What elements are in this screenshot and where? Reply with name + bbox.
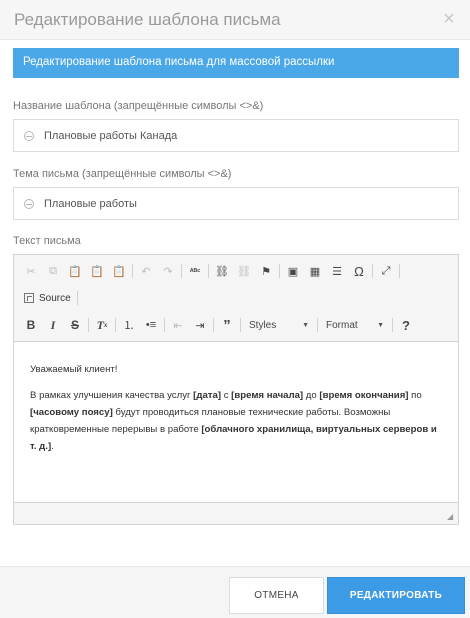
- placeholder-end-time: [время окончания]: [319, 390, 409, 401]
- unlink-icon[interactable]: ⛓: [233, 260, 255, 282]
- bold-icon[interactable]: B: [20, 314, 42, 336]
- toolbar-separator: [317, 318, 318, 332]
- format-dropdown[interactable]: Format ▼: [320, 315, 390, 335]
- editor-toolbar: ✂ ⧉ 📋 📋 📋 ↶ ↷ ᴬᴮᶜ ⛓ ⛓ ⚑ ▣ ▦ ☰ Ω ⤢ Source…: [14, 255, 458, 342]
- toolbar-separator: [132, 264, 133, 278]
- template-name-value: Плановые работы Канада: [44, 130, 178, 142]
- toolbar-separator: [213, 318, 214, 332]
- subject-input[interactable]: Плановые работы: [13, 187, 459, 220]
- toolbar-separator: [76, 291, 78, 305]
- styles-dropdown[interactable]: Styles ▼: [243, 315, 315, 335]
- toolbar-row-3: B I S Tx ⒈ •≡ ⇤ ⇥ ” Styles ▼ Format ▼ ?: [20, 314, 417, 336]
- source-label: Source: [39, 292, 71, 304]
- italic-icon[interactable]: I: [42, 314, 64, 336]
- horizontal-line-icon[interactable]: ☰: [326, 260, 348, 282]
- styles-label: Styles: [249, 319, 277, 331]
- toolbar-separator: [392, 318, 393, 332]
- anchor-flag-icon[interactable]: ⚑: [255, 260, 277, 282]
- indent-icon[interactable]: ⇥: [189, 314, 211, 336]
- paste-text-icon[interactable]: 📋: [86, 260, 108, 282]
- source-icon: [24, 293, 34, 303]
- copy-icon[interactable]: ⧉: [42, 260, 64, 282]
- image-icon[interactable]: ▣: [282, 260, 304, 282]
- editor-content[interactable]: Уважаемый клиент! В рамках улучшения кач…: [14, 343, 458, 503]
- toolbar-row-2: Source: [20, 287, 80, 309]
- chevron-down-icon: ▼: [377, 321, 384, 329]
- editor-status-bar: ◢: [14, 502, 458, 524]
- bulleted-list-icon[interactable]: •≡: [140, 314, 162, 336]
- template-name-label: Название шаблона (запрещённые символы <>…: [13, 100, 264, 112]
- toolbar-separator: [240, 318, 241, 332]
- body-text: с: [221, 390, 232, 401]
- body-label: Текст письма: [13, 235, 81, 247]
- placeholder-start-time: [время начала]: [231, 390, 304, 401]
- link-icon[interactable]: ⛓: [211, 260, 233, 282]
- toolbar-separator: [164, 318, 165, 332]
- subject-label: Тема письма (запрещённые символы <>&): [13, 168, 232, 180]
- blockquote-icon[interactable]: ”: [216, 314, 238, 336]
- placeholder-timezone: [часовому поясу]: [30, 407, 113, 418]
- subject-value: Плановые работы: [44, 198, 137, 210]
- table-icon[interactable]: ▦: [304, 260, 326, 282]
- minus-circle-icon: [24, 199, 34, 209]
- cancel-button[interactable]: ОТМЕНА: [229, 577, 324, 614]
- toolbar-separator: [279, 264, 280, 278]
- submit-button[interactable]: РЕДАКТИРОВАТЬ: [327, 577, 465, 614]
- redo-icon[interactable]: ↷: [157, 260, 179, 282]
- toolbar-separator: [115, 318, 116, 332]
- toolbar-separator: [88, 318, 89, 332]
- template-name-input[interactable]: Плановые работы Канада: [13, 119, 459, 152]
- minus-circle-icon: [24, 131, 34, 141]
- info-banner: Редактирование шаблона письма для массов…: [13, 48, 459, 78]
- rich-text-editor: ✂ ⧉ 📋 📋 📋 ↶ ↷ ᴬᴮᶜ ⛓ ⛓ ⚑ ▣ ▦ ☰ Ω ⤢ Source…: [13, 254, 459, 525]
- toolbar-separator: [208, 264, 209, 278]
- toolbar-separator: [399, 264, 400, 278]
- maximize-icon[interactable]: ⤢: [375, 260, 397, 282]
- format-label: Format: [326, 319, 358, 331]
- dialog-header: Редактирование шаблона письма ×: [0, 0, 470, 40]
- greeting-text: Уважаемый клиент!: [30, 364, 118, 375]
- paste-word-icon[interactable]: 📋: [108, 260, 130, 282]
- body-text: .: [51, 441, 54, 452]
- placeholder-date: [дата]: [193, 390, 222, 401]
- special-char-icon[interactable]: Ω: [348, 260, 370, 282]
- remove-format-icon[interactable]: Tx: [91, 314, 113, 336]
- dialog-footer: ОТМЕНА РЕДАКТИРОВАТЬ: [0, 566, 470, 618]
- outdent-icon[interactable]: ⇤: [167, 314, 189, 336]
- source-button[interactable]: Source: [20, 287, 75, 309]
- numbered-list-icon[interactable]: ⒈: [118, 314, 140, 336]
- body-text: по: [408, 390, 422, 401]
- toolbar-separator: [372, 264, 373, 278]
- help-icon[interactable]: ?: [395, 314, 417, 336]
- toolbar-row-1: ✂ ⧉ 📋 📋 📋 ↶ ↷ ᴬᴮᶜ ⛓ ⛓ ⚑ ▣ ▦ ☰ Ω ⤢: [20, 260, 402, 282]
- spellcheck-icon[interactable]: ᴬᴮᶜ: [184, 260, 206, 282]
- resize-handle-icon[interactable]: ◢: [447, 513, 455, 521]
- chevron-down-icon: ▼: [302, 321, 309, 329]
- cut-icon[interactable]: ✂: [20, 260, 42, 282]
- body-paragraph: В рамках улучшения качества услуг [дата]…: [30, 387, 442, 455]
- undo-icon[interactable]: ↶: [135, 260, 157, 282]
- body-text: В рамках улучшения качества услуг: [30, 390, 194, 401]
- close-icon[interactable]: ×: [440, 9, 458, 29]
- strikethrough-icon[interactable]: S: [64, 314, 86, 336]
- body-text: до: [303, 390, 320, 401]
- toolbar-separator: [181, 264, 182, 278]
- paste-icon[interactable]: 📋: [64, 260, 86, 282]
- dialog-title: Редактирование шаблона письма: [14, 10, 281, 29]
